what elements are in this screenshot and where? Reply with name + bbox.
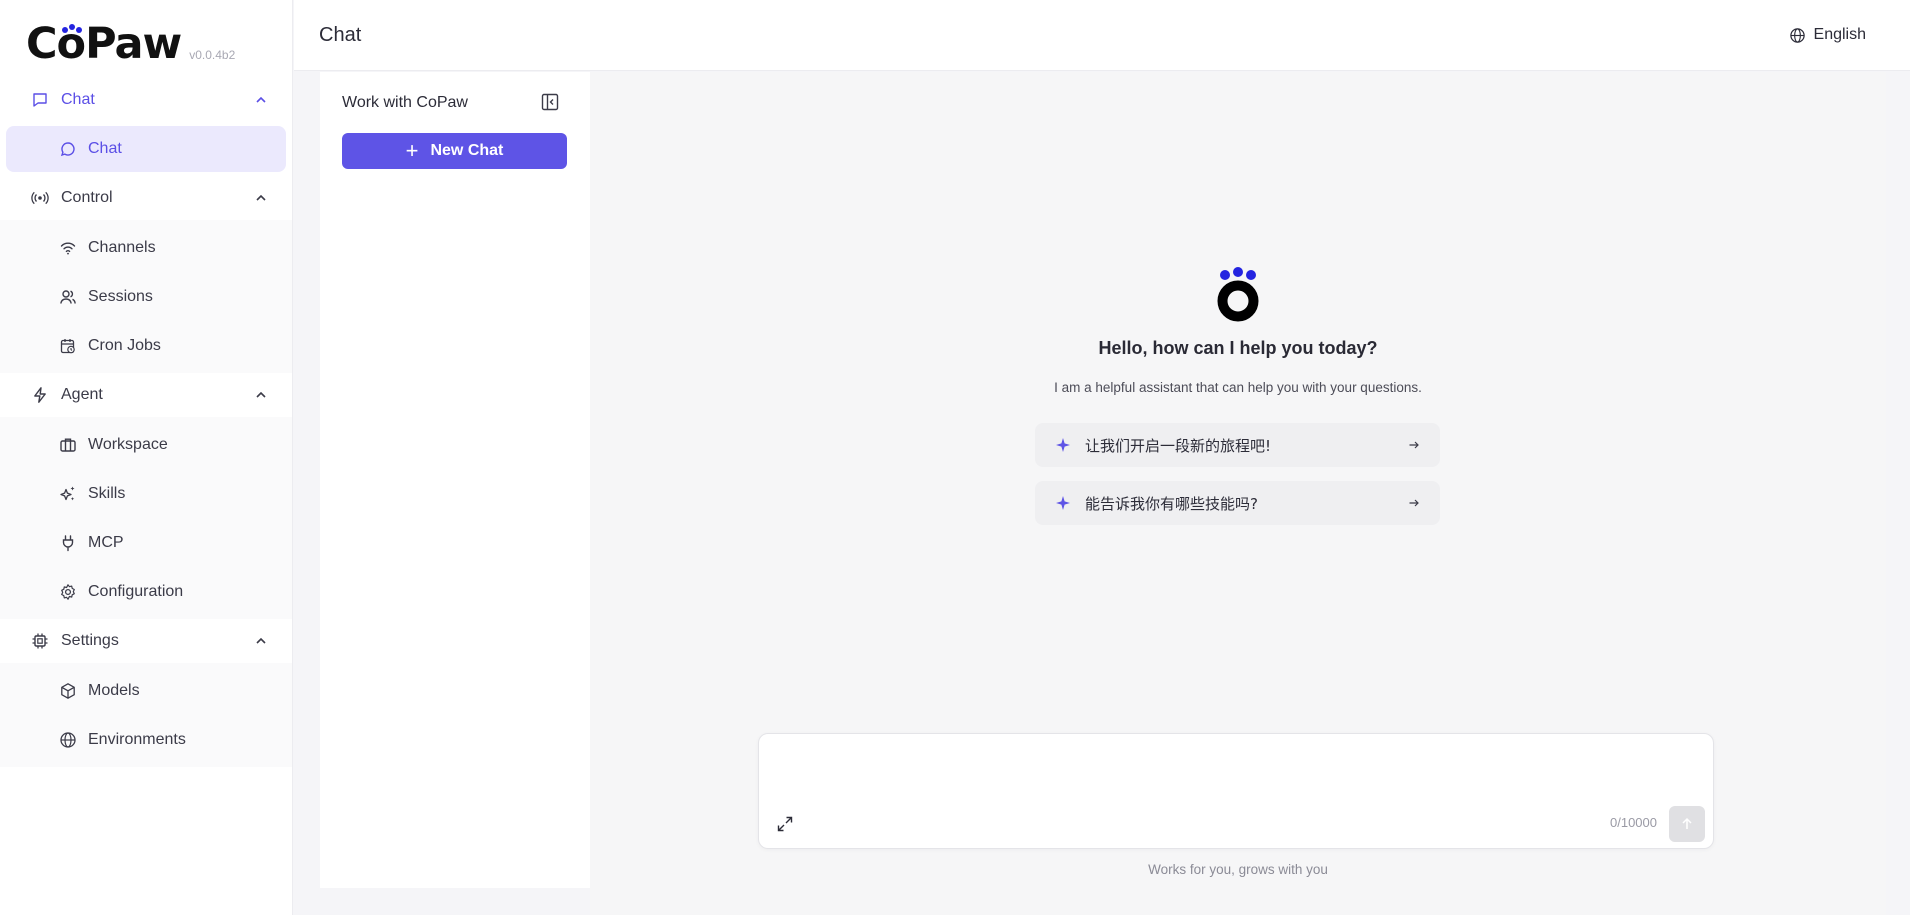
sidebar-nav: Chat Chat Control Channels Sessions Cron…: [0, 78, 292, 767]
suggested-prompt[interactable]: 能告诉我你有哪些技能吗?: [1035, 481, 1440, 525]
plus-icon: +: [405, 138, 419, 163]
chat-main: Hello, how can I help you today? I am a …: [590, 72, 1886, 915]
app-logo[interactable]: CoPaw v0.0.4b2: [26, 20, 235, 68]
send-button[interactable]: [1669, 806, 1705, 842]
sparkle-icon: [1055, 495, 1071, 511]
sidebar-item-channels[interactable]: Channels: [0, 223, 292, 272]
chat-bubble-icon: [59, 140, 77, 158]
chat-list-title: Work with CoPaw: [342, 94, 468, 111]
chip-icon: [31, 632, 49, 650]
new-chat-label: New Chat: [430, 142, 504, 159]
sidebar-group-settings[interactable]: Settings: [0, 619, 292, 663]
sidebar-group-agent-items: Workspace Skills MCP Configuration: [0, 417, 292, 619]
language-selector[interactable]: English: [1789, 26, 1866, 44]
sidebar-item-label: Skills: [88, 484, 126, 502]
sparkles-icon: [59, 485, 77, 503]
logo-paw-dots: [62, 24, 84, 34]
sidebar-group-label: Agent: [61, 386, 103, 403]
suggested-prompt[interactable]: 让我们开启一段新的旅程吧!: [1035, 423, 1440, 467]
sidebar-item-label: Chat: [88, 140, 122, 157]
globe-icon: [59, 731, 77, 749]
page-title: Chat: [319, 24, 362, 46]
sidebar-item-environments[interactable]: Environments: [0, 715, 292, 764]
welcome-title: Hello, how can I help you today?: [1098, 338, 1378, 358]
sidebar-item-label: Cron Jobs: [88, 336, 161, 354]
chevron-up-icon[interactable]: [254, 191, 268, 205]
sidebar-group-chat-items: Chat: [0, 122, 292, 176]
arrow-right-icon: [1408, 439, 1420, 451]
arrow-up-icon: [1680, 817, 1694, 831]
expand-icon[interactable]: [775, 814, 795, 834]
copaw-paw-logo: [1217, 267, 1261, 323]
sidebar-item-mcp[interactable]: MCP: [0, 518, 292, 567]
character-counter: 0/10000: [1610, 815, 1657, 830]
sidebar-group-label: Settings: [61, 632, 119, 649]
sidebar-item-models[interactable]: Models: [0, 666, 292, 715]
plug-icon: [59, 534, 77, 552]
sidebar-group-agent[interactable]: Agent: [0, 373, 292, 417]
sidebar: CoPaw v0.0.4b2 Chat Chat Control Channel…: [0, 0, 293, 915]
sidebar-group-chat[interactable]: Chat: [0, 78, 292, 122]
sidebar-item-sessions[interactable]: Sessions: [0, 272, 292, 321]
language-label: English: [1813, 26, 1866, 43]
footer-tagline: Works for you, grows with you: [1148, 862, 1328, 877]
arrow-right-icon: [1408, 497, 1420, 509]
broadcast-icon: [31, 189, 49, 207]
sidebar-group-settings-items: Models Environments: [0, 663, 292, 767]
calendar-clock-icon: [59, 337, 77, 355]
chevron-up-icon[interactable]: [254, 634, 268, 648]
collapse-panel-icon[interactable]: [540, 92, 560, 112]
app-version: v0.0.4b2: [189, 48, 236, 62]
sidebar-item-label: MCP: [88, 533, 124, 551]
chat-list-panel: Work with CoPaw + New Chat: [320, 72, 590, 888]
message-composer: 0/10000: [758, 733, 1714, 849]
sidebar-item-chat[interactable]: Chat: [6, 126, 286, 172]
chevron-up-icon[interactable]: [254, 93, 268, 107]
sidebar-item-label: Models: [88, 681, 140, 699]
sidebar-item-label: Sessions: [88, 287, 153, 305]
chevron-up-icon[interactable]: [254, 388, 268, 402]
top-bar: Chat English: [294, 0, 1910, 71]
sidebar-group-control-items: Channels Sessions Cron Jobs: [0, 220, 292, 373]
suggested-prompt-text: 让我们开启一段新的旅程吧!: [1085, 436, 1272, 455]
sidebar-item-label: Workspace: [88, 435, 168, 453]
sidebar-item-label: Environments: [88, 730, 186, 748]
briefcase-icon: [59, 436, 77, 454]
sidebar-item-label: Channels: [88, 238, 156, 256]
sparkle-icon: [1055, 437, 1071, 453]
lightning-icon: [31, 386, 49, 404]
sidebar-item-workspace[interactable]: Workspace: [0, 420, 292, 469]
wifi-icon: [59, 239, 77, 257]
sidebar-group-label: Control: [61, 189, 113, 206]
sidebar-group-label: Chat: [61, 91, 95, 108]
sidebar-item-configuration[interactable]: Configuration: [0, 567, 292, 616]
sidebar-item-label: Configuration: [88, 582, 184, 600]
welcome-subtitle: I am a helpful assistant that can help y…: [1054, 380, 1422, 395]
new-chat-button[interactable]: + New Chat: [342, 133, 567, 169]
globe-icon: [1789, 27, 1806, 44]
sidebar-item-cron-jobs[interactable]: Cron Jobs: [0, 321, 292, 370]
chat-bubble-icon: [31, 91, 49, 109]
sidebar-group-control[interactable]: Control: [0, 176, 292, 220]
logo-wordmark: CoPaw: [26, 19, 182, 69]
message-input[interactable]: [771, 744, 1701, 796]
cube-icon: [59, 682, 77, 700]
suggested-prompt-text: 能告诉我你有哪些技能吗?: [1085, 494, 1258, 513]
gear-icon: [59, 583, 77, 601]
users-icon: [59, 288, 77, 306]
sidebar-item-skills[interactable]: Skills: [0, 469, 292, 518]
